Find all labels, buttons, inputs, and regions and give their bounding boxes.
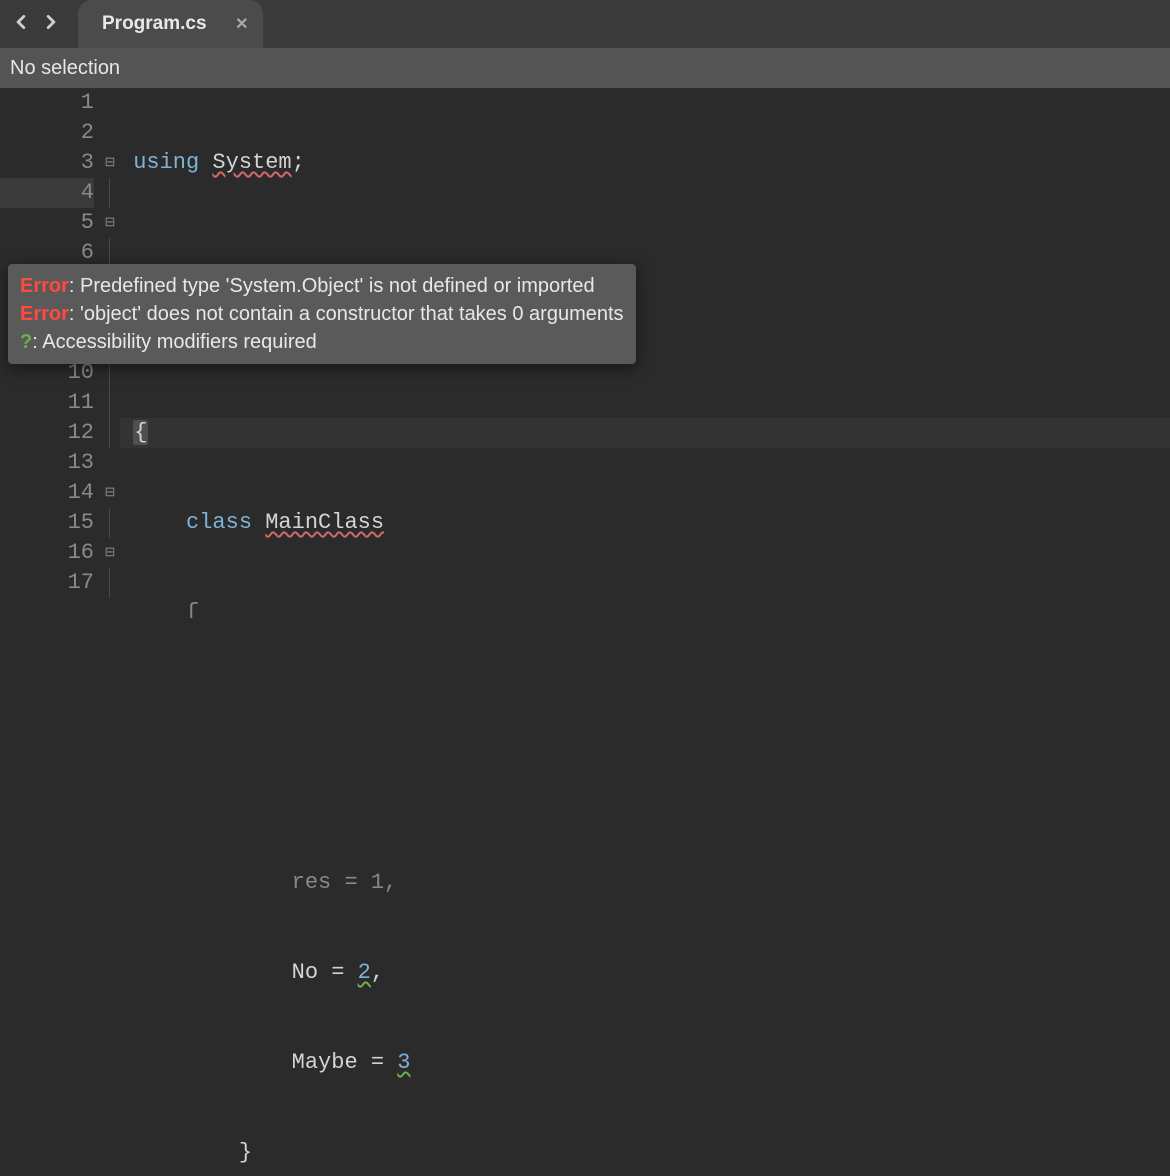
- fold-toggle-icon[interactable]: ⊟: [100, 148, 120, 178]
- tooltip-line: Error: 'object' does not contain a const…: [20, 300, 624, 328]
- tooltip-line: ?: Accessibility modifiers required: [20, 328, 624, 356]
- fold-toggle-icon[interactable]: ⊟: [100, 538, 120, 568]
- code-area[interactable]: using System; namespace test { class Mai…: [120, 88, 1170, 1176]
- error-tooltip: Error: Predefined type 'System.Object' i…: [8, 264, 636, 364]
- line-number: 14: [0, 478, 94, 508]
- nav-forward-icon[interactable]: [38, 9, 64, 40]
- nav-arrows: [0, 9, 72, 40]
- line-number: 15: [0, 508, 94, 538]
- line-number: 16: [0, 538, 94, 568]
- line-number: 13: [0, 448, 94, 478]
- line-number: 11: [0, 388, 94, 418]
- tooltip-line: Error: Predefined type 'System.Object' i…: [20, 272, 624, 300]
- line-number: 3: [0, 148, 94, 178]
- fold-gutter: ⊟ ⊟ ⊟ ⊟: [100, 88, 120, 1176]
- line-number: 1: [0, 88, 94, 118]
- line-number: 4: [0, 178, 94, 208]
- fold-toggle-icon[interactable]: ⊟: [100, 208, 120, 238]
- nav-back-icon[interactable]: [8, 9, 34, 40]
- code-editor[interactable]: 1 2 3 4 5 6 10 11 12 13 14 15 16 17 ⊟ ⊟ …: [0, 88, 1170, 1176]
- line-number-gutter: 1 2 3 4 5 6 10 11 12 13 14 15 16 17: [0, 88, 100, 1176]
- status-text: No selection: [10, 57, 120, 80]
- tab-program-cs[interactable]: Program.cs ✕: [78, 0, 263, 48]
- tab-title: Program.cs: [102, 13, 207, 35]
- fold-toggle-icon[interactable]: ⊟: [100, 478, 120, 508]
- line-number: 5: [0, 208, 94, 238]
- status-bar: No selection: [0, 48, 1170, 88]
- line-number: 2: [0, 118, 94, 148]
- line-number: 12: [0, 418, 94, 448]
- tab-bar: Program.cs ✕: [0, 0, 1170, 48]
- close-icon[interactable]: ✕: [235, 14, 248, 34]
- line-number: 17: [0, 568, 94, 598]
